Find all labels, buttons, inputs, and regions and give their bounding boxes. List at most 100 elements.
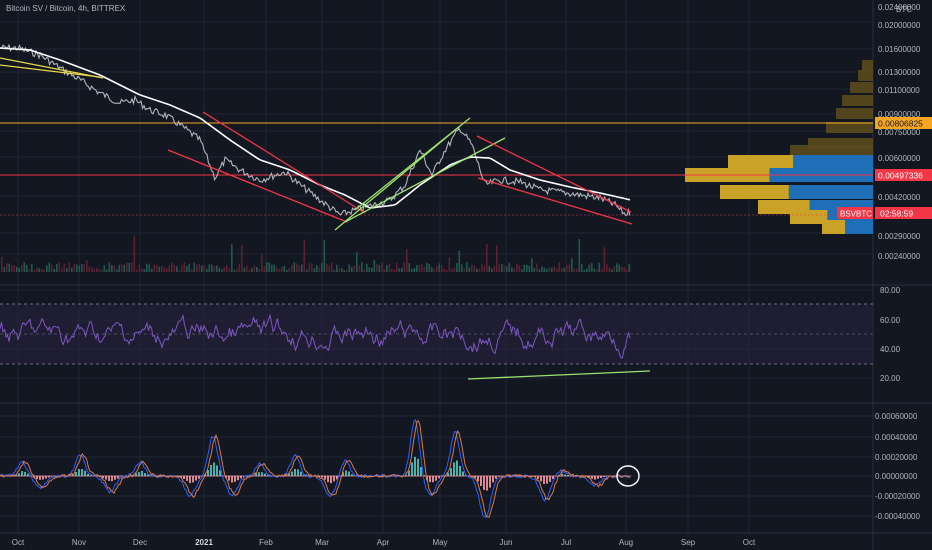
volume-bar xyxy=(158,266,161,272)
volume-bar xyxy=(36,267,38,272)
histogram-bar xyxy=(483,476,485,490)
volume-bar xyxy=(588,264,591,272)
volume-bar xyxy=(581,264,583,272)
volume-bar xyxy=(583,269,586,272)
volume-bar xyxy=(71,267,73,272)
histogram-bar xyxy=(183,476,185,479)
histogram-bar xyxy=(543,476,545,484)
volume-profile-bar xyxy=(728,155,794,169)
volume-bar xyxy=(541,266,543,272)
symbol-title[interactable]: Bitcoin SV / Bitcoin, 4h, BITTREX xyxy=(6,4,126,13)
volume-bar xyxy=(296,263,298,272)
volume-bar xyxy=(183,262,186,272)
rsi-axis-label: 80.00 xyxy=(880,286,901,295)
volume-profile-bar xyxy=(790,210,828,224)
volume-bar xyxy=(368,267,371,272)
time-axis-label: Jun xyxy=(500,538,513,547)
histogram-bar xyxy=(39,476,41,480)
volume-bar xyxy=(353,265,356,272)
price-axis-label: 0.01600000 xyxy=(878,45,921,54)
histogram-bar xyxy=(450,468,452,476)
histogram-bar xyxy=(594,476,596,480)
volume-bar xyxy=(73,263,76,272)
volume-bar xyxy=(38,268,41,272)
volume-bar xyxy=(573,268,576,272)
price-axis-label: 0.00600000 xyxy=(878,154,921,163)
histogram-bar xyxy=(24,471,26,476)
histogram-bar xyxy=(189,476,191,484)
volume-bar xyxy=(161,265,163,272)
volume-bar xyxy=(106,269,108,272)
histogram-bar xyxy=(486,476,488,491)
volume-bar xyxy=(593,268,596,272)
oscillator-axis-label: 0.00020000 xyxy=(875,453,918,462)
histogram-bar xyxy=(552,476,554,480)
time-axis-label: Sep xyxy=(681,538,696,547)
histogram-bar xyxy=(234,476,236,482)
volume-bar xyxy=(536,263,538,272)
rsi-axis-label: 40.00 xyxy=(880,345,901,354)
volume-bar xyxy=(98,269,101,272)
volume-bar xyxy=(138,264,141,272)
volume-bar xyxy=(616,263,618,272)
volume-bar xyxy=(78,265,81,272)
volume-bar xyxy=(83,264,86,272)
orange-level-value: 0.00806825 xyxy=(878,119,923,129)
volume-bar xyxy=(518,264,521,272)
histogram-bar xyxy=(453,462,455,476)
chart-canvas[interactable]: 0.024000000.020000000.016000000.01300000… xyxy=(0,0,932,550)
volume-bar xyxy=(231,244,233,272)
volume-bar xyxy=(186,265,188,272)
rsi-band xyxy=(0,304,873,364)
time-axis-label: Mar xyxy=(315,538,329,547)
histogram-bar xyxy=(432,476,434,483)
volume-bar xyxy=(111,264,113,272)
time-axis-label: May xyxy=(432,538,447,547)
volume-bar xyxy=(568,264,571,272)
volume-bar xyxy=(178,269,181,272)
volume-bar xyxy=(168,265,171,272)
histogram-bar xyxy=(540,476,542,482)
volume-bar xyxy=(206,268,208,272)
volume-bar xyxy=(563,267,566,272)
volume-bar xyxy=(21,265,23,272)
volume-bar xyxy=(323,239,326,272)
volume-bar xyxy=(256,267,258,272)
volume-bar xyxy=(386,265,388,272)
volume-bar xyxy=(248,269,251,272)
histogram-bar xyxy=(414,456,416,476)
volume-bar xyxy=(508,262,511,272)
price-axis-label: 0.00420000 xyxy=(878,193,921,202)
volume-bar xyxy=(23,262,26,272)
histogram-bar xyxy=(141,470,143,476)
volume-bar xyxy=(421,263,423,272)
histogram-bar xyxy=(144,473,146,476)
histogram-bar xyxy=(333,476,335,482)
volume-bar xyxy=(463,268,466,272)
volume-bar xyxy=(551,267,553,272)
volume-bar xyxy=(408,263,411,272)
volume-bar xyxy=(591,263,593,272)
volume-bar xyxy=(401,267,403,272)
histogram-bar xyxy=(105,476,107,480)
volume-bar xyxy=(346,269,348,272)
volume-bar xyxy=(478,269,481,272)
time-axis-label: Dec xyxy=(133,538,147,547)
volume-bar xyxy=(511,267,513,272)
time-axis-label: Oct xyxy=(743,538,756,547)
volume-bar xyxy=(566,264,568,272)
volume-bar xyxy=(351,267,353,272)
countdown-value: 02:58:59 xyxy=(880,209,913,219)
volume-bar xyxy=(523,264,526,272)
volume-bar xyxy=(228,268,231,272)
volume-bar xyxy=(356,252,358,272)
volume-bar xyxy=(3,266,6,272)
volume-bar xyxy=(86,260,88,272)
volume-bar xyxy=(313,268,316,272)
histogram-bar xyxy=(216,465,218,476)
volume-bar xyxy=(388,263,391,272)
histogram-bar xyxy=(435,476,437,481)
volume-bar xyxy=(438,263,441,272)
histogram-bar xyxy=(219,470,221,476)
histogram-bar xyxy=(420,466,422,476)
